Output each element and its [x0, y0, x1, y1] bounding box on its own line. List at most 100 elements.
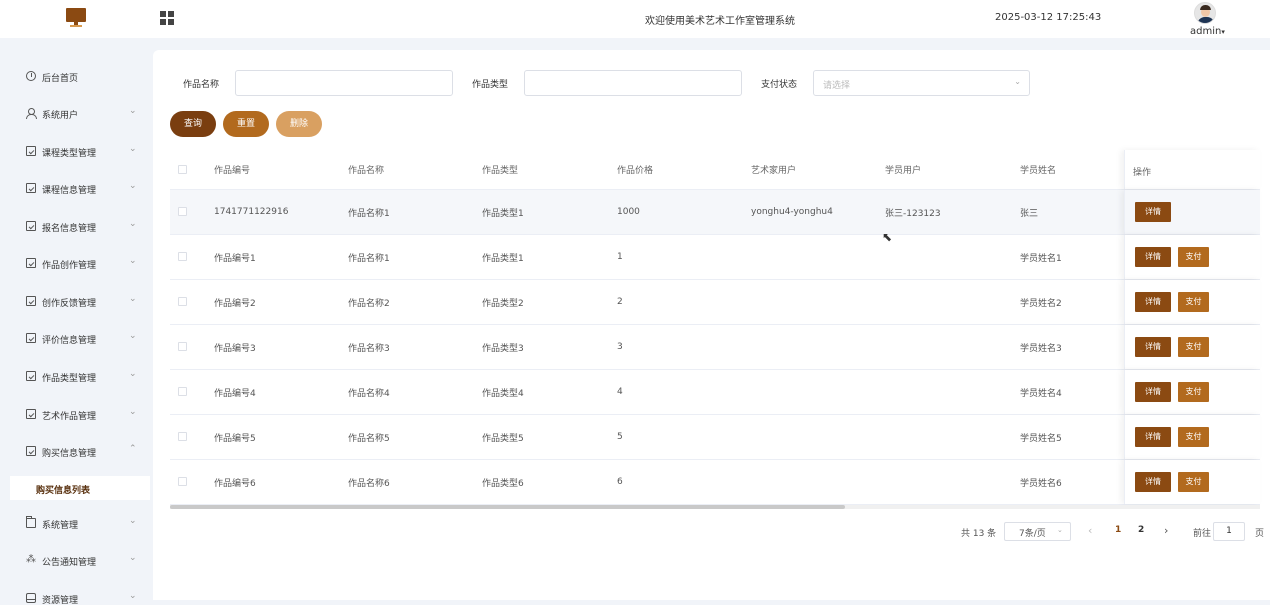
pagination-total: 共 13 条 — [961, 529, 997, 539]
cell-price: 2 — [617, 297, 623, 307]
chevron-down-icon: ⌄ — [1014, 77, 1021, 86]
box-icon — [26, 221, 36, 231]
sidebar-item[interactable]: 课程类型管理 ⌄ — [0, 141, 150, 163]
cell-type: 作品类型5 — [482, 433, 524, 444]
next-page-button[interactable]: › — [1164, 524, 1168, 537]
table-row[interactable]: 1741771122916 作品名称1 作品类型1 1000 yonghu4-yongh… — [170, 190, 1260, 235]
table-header: 作品编号 作品名称 作品类型 作品价格 艺术家用户 学员用户 学员姓名 操作 — [170, 150, 1260, 190]
cell-type: 作品类型1 — [482, 253, 524, 264]
detail-button[interactable]: 详情 — [1135, 202, 1171, 222]
op-cell: 详情 — [1124, 190, 1260, 234]
pay-button[interactable]: 支付 — [1178, 382, 1209, 402]
op-header: 操作 — [1133, 168, 1152, 178]
select-all-checkbox[interactable] — [178, 164, 187, 174]
sidebar-item-label: 公告通知管理 — [42, 558, 97, 568]
pay-button[interactable]: 支付 — [1178, 472, 1209, 492]
header-datetime: 2025-03-12 17:25:43 — [995, 12, 1102, 23]
detail-button[interactable]: 详情 — [1135, 427, 1171, 447]
cell-student-name: 学员姓名6 — [1020, 478, 1062, 489]
chevron-up-icon: ⌃ — [129, 444, 137, 454]
sidebar-item[interactable]: 作品类型管理 ⌄ — [0, 366, 150, 388]
type-input[interactable] — [524, 70, 742, 96]
op-cell: 详情 支付 — [1124, 235, 1260, 279]
sidebar-subitem-purchase-list[interactable]: 购买信息列表 — [10, 476, 150, 500]
reset-button[interactable]: 重置 — [223, 111, 269, 137]
row-checkbox[interactable] — [178, 432, 187, 441]
sidebar-item[interactable]: 创作反馈管理 ⌄ — [0, 291, 150, 313]
pay-button[interactable]: 支付 — [1178, 247, 1209, 267]
goto-page-input[interactable]: 1 — [1213, 522, 1245, 541]
page-size-select[interactable]: 7条/页 ⌄ — [1004, 522, 1071, 541]
name-input[interactable] — [235, 70, 453, 96]
prev-page-button[interactable]: ‹ — [1088, 524, 1092, 537]
user-name: admin — [1190, 26, 1222, 37]
table-row[interactable]: 作品编号5 作品名称5 作品类型5 5 学员姓名5 详情 支付 — [170, 415, 1260, 460]
cell-id: 作品编号5 — [214, 433, 256, 444]
row-checkbox[interactable] — [178, 477, 187, 486]
avatar[interactable] — [1194, 2, 1216, 24]
chevron-down-icon: ⌄ — [1057, 526, 1063, 534]
row-checkbox[interactable] — [178, 207, 187, 216]
horizontal-scrollbar[interactable] — [170, 505, 1260, 509]
cell-id: 作品编号1 — [214, 253, 256, 264]
detail-button[interactable]: 详情 — [1135, 382, 1171, 402]
top-header: 欢迎使用美术艺术工作室管理系统 2025-03-12 17:25:43 admi… — [0, 0, 1270, 38]
header-cell: 作品名称 — [348, 166, 385, 176]
header-cell: 作品价格 — [617, 166, 654, 176]
detail-button[interactable]: 详情 — [1135, 472, 1171, 492]
row-checkbox[interactable] — [178, 297, 187, 306]
pay-button[interactable]: 支付 — [1178, 292, 1209, 312]
query-button[interactable]: 查询 — [170, 111, 216, 137]
pay-button[interactable]: 支付 — [1178, 337, 1209, 357]
sidebar-item-label: 后台首页 — [42, 74, 79, 84]
row-checkbox[interactable] — [178, 252, 187, 261]
table-row[interactable]: 作品编号1 作品名称1 作品类型1 1 学员姓名1 详情 支付 — [170, 235, 1260, 280]
chevron-down-icon: ⌄ — [129, 256, 137, 266]
sidebar-item[interactable]: 系统管理 ⌄ — [0, 513, 150, 535]
user-menu[interactable]: admin▾ — [1190, 26, 1225, 37]
sidebar-item-label: 艺术作品管理 — [42, 412, 97, 422]
cell-type: 作品类型4 — [482, 388, 524, 399]
row-checkbox[interactable] — [178, 342, 187, 351]
table-row[interactable]: 作品编号6 作品名称6 作品类型6 6 学员姓名6 详情 支付 — [170, 460, 1260, 505]
sidebar-item[interactable]: 系统用户 ⌄ — [0, 103, 150, 125]
sidebar-subitem-label: 购买信息列表 — [36, 486, 91, 496]
sidebar-item[interactable]: 购买信息管理 ⌃ — [0, 441, 150, 463]
detail-button[interactable]: 详情 — [1135, 292, 1171, 312]
sidebar-item[interactable]: 资源管理 ⌄ — [0, 588, 150, 605]
cell-id: 作品编号2 — [214, 298, 256, 309]
pay-button[interactable]: 支付 — [1178, 427, 1209, 447]
grid-menu-icon[interactable] — [160, 11, 174, 25]
detail-button[interactable]: 详情 — [1135, 247, 1171, 267]
goto-label: 前往 — [1193, 529, 1212, 539]
cell-student-name: 学员姓名1 — [1020, 253, 1062, 264]
sidebar-item[interactable]: 艺术作品管理 ⌄ — [0, 404, 150, 426]
sidebar-item[interactable]: ⁂ 公告通知管理 ⌄ — [0, 550, 150, 572]
page-2-button[interactable]: 2 — [1138, 525, 1144, 535]
sidebar-item[interactable]: 后台首页 — [0, 66, 150, 88]
spark-icon: ⁂ — [26, 554, 36, 565]
sidebar-item[interactable]: 课程信息管理 ⌄ — [0, 178, 150, 200]
delete-button[interactable]: 删除 — [276, 111, 322, 137]
cell-price: 1000 — [617, 207, 640, 217]
box-icon — [26, 296, 36, 306]
sidebar-item[interactable]: 评价信息管理 ⌄ — [0, 328, 150, 350]
page-1-button[interactable]: 1 — [1115, 525, 1121, 535]
row-checkbox[interactable] — [178, 387, 187, 396]
chevron-down-icon: ⌄ — [129, 219, 137, 229]
sidebar-item[interactable]: 作品创作管理 ⌄ — [0, 253, 150, 275]
table-row[interactable]: 作品编号4 作品名称4 作品类型4 4 学员姓名4 详情 支付 — [170, 370, 1260, 415]
sidebar-item-label: 报名信息管理 — [42, 224, 97, 234]
header-cell: 作品类型 — [482, 166, 519, 176]
status-select[interactable]: 请选择 ⌄ — [813, 70, 1030, 96]
sidebar-item[interactable]: 报名信息管理 ⌄ — [0, 216, 150, 238]
table-row[interactable]: 作品编号3 作品名称3 作品类型3 3 学员姓名3 详情 支付 — [170, 325, 1260, 370]
table-row[interactable]: 作品编号2 作品名称2 作品类型2 2 学员姓名2 详情 支付 — [170, 280, 1260, 325]
detail-button[interactable]: 详情 — [1135, 337, 1171, 357]
box-icon — [26, 258, 36, 268]
cell-student-name: 学员姓名2 — [1020, 298, 1062, 309]
header-cell: 学员姓名 — [1020, 166, 1057, 176]
scrollbar-thumb[interactable] — [170, 505, 845, 509]
box-icon — [26, 333, 36, 343]
chevron-down-icon: ⌄ — [129, 591, 137, 601]
